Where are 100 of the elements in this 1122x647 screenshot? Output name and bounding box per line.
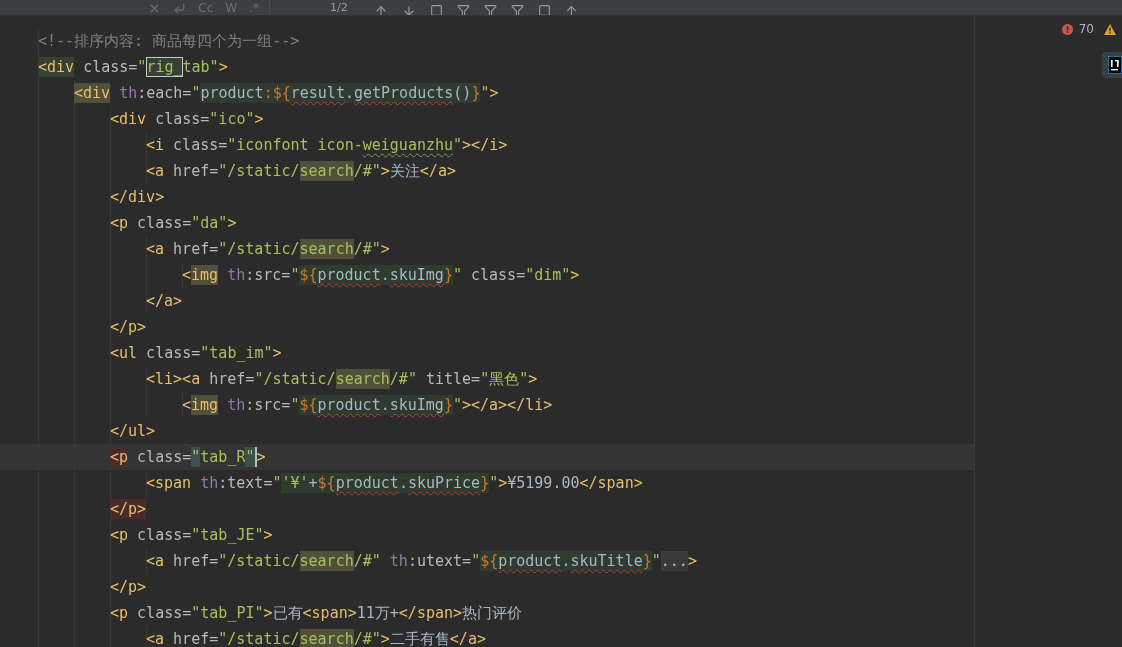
attribute-name: class= xyxy=(136,525,192,545)
attribute-value: " xyxy=(290,265,300,285)
html-tag: </p> xyxy=(110,317,147,337)
expression: skuImg xyxy=(389,395,444,415)
html-tag: <ul xyxy=(110,343,138,363)
attribute-value: /#" xyxy=(353,629,381,647)
html-tag: <span> xyxy=(302,603,357,623)
attribute-value: " xyxy=(452,395,462,415)
expression: product xyxy=(335,473,399,493)
expression: . xyxy=(561,551,571,571)
attribute-value: tab" xyxy=(182,57,219,77)
attribute-value: " xyxy=(471,551,481,571)
attribute-value: '¥' xyxy=(281,473,309,493)
html-tag: > xyxy=(489,83,499,103)
html-tag: </p> xyxy=(110,577,147,597)
expression: . xyxy=(380,265,390,285)
html-tag: <div xyxy=(110,109,147,129)
search-option[interactable]: .* xyxy=(249,1,259,15)
attribute-name: href= xyxy=(172,551,219,571)
expression-delimiter: } xyxy=(443,265,453,285)
html-tag: </div> xyxy=(110,187,165,207)
html-tag: <span xyxy=(146,473,192,493)
html-tag: > xyxy=(498,473,508,493)
attribute-name: :text= xyxy=(218,473,273,493)
html-tag: <p xyxy=(110,603,129,623)
match-count: 1/2 xyxy=(330,1,348,15)
expression: skuImg xyxy=(389,265,444,285)
ide-logo-icon xyxy=(1108,56,1122,74)
html-tag: </span> xyxy=(398,603,463,623)
expression: product xyxy=(498,551,562,571)
expression: skuPrice xyxy=(407,473,481,493)
filter-icon[interactable] xyxy=(456,4,470,15)
attribute-value: /#" xyxy=(389,369,417,389)
expression: result xyxy=(290,83,345,103)
expression: . xyxy=(398,473,408,493)
text-content: 关注 xyxy=(389,161,420,181)
text-content: ¥5199.00 xyxy=(507,473,580,493)
expression: . xyxy=(344,83,354,103)
attribute-name: href= xyxy=(172,239,219,259)
attribute-value: "/static/ xyxy=(218,629,300,647)
filter-icon[interactable] xyxy=(483,4,497,15)
attribute-value: /#" xyxy=(353,551,381,571)
html-tag: < xyxy=(182,265,192,285)
html-tag: <li><a xyxy=(146,369,201,389)
expression-delimiter: } xyxy=(480,473,490,493)
attribute-value: "tab_im" xyxy=(200,343,273,363)
attribute-name: class= xyxy=(470,265,526,285)
attribute-value: /#" xyxy=(353,239,381,259)
attribute-value: search xyxy=(299,161,354,181)
html-tag: > xyxy=(227,213,237,233)
attribute-name: :src= xyxy=(245,395,291,415)
text-content: 已有 xyxy=(272,603,303,623)
namespace-prefix: th xyxy=(226,265,246,285)
namespace-prefix: th xyxy=(199,473,219,493)
attribute-value: " xyxy=(453,135,463,155)
html-tag: <div xyxy=(38,57,75,77)
attribute-value: weiguanzhu xyxy=(362,135,454,155)
attribute-value: search xyxy=(299,629,354,647)
attribute-name: class= xyxy=(82,57,138,77)
text-content: 热门评价 xyxy=(462,603,523,623)
html-tag: <a xyxy=(146,239,165,259)
attribute-value: " xyxy=(191,83,201,103)
html-tag: > xyxy=(272,343,282,363)
html-tag: <p xyxy=(110,213,129,233)
attribute-value: " xyxy=(651,551,661,571)
code-comment: <!--排序内容: 商品每四个为一组--> xyxy=(38,31,300,51)
warning-icon[interactable] xyxy=(1104,23,1116,35)
attribute-name: :each= xyxy=(137,83,192,103)
html-tag: > xyxy=(380,239,390,259)
expression: product xyxy=(200,83,264,103)
attribute-value: " xyxy=(191,447,201,467)
html-tag: > xyxy=(570,265,580,285)
html-tag: <a xyxy=(146,629,165,647)
html-tag: > xyxy=(218,57,228,77)
expression-delimiter: ${ xyxy=(480,551,499,571)
text-content: 二手有售 xyxy=(389,629,450,647)
attribute-value: "/static/ xyxy=(218,551,300,571)
attribute-value: "da" xyxy=(191,213,228,233)
attribute-name: :src= xyxy=(245,265,291,285)
plugin-button[interactable] xyxy=(1102,52,1122,78)
attribute-name: class= xyxy=(154,109,210,129)
attribute-value: search xyxy=(299,239,354,259)
expression: + xyxy=(308,473,318,493)
attribute-value: "tab_JE" xyxy=(191,525,264,545)
attribute-value: "黑色" xyxy=(480,369,529,389)
attribute-name: class= xyxy=(136,603,192,623)
error-count[interactable]: 70 xyxy=(1078,22,1094,36)
expression-delimiter: } xyxy=(642,551,652,571)
html-tag: </a> xyxy=(449,629,486,647)
attribute-name: href= xyxy=(172,629,219,647)
enter-icon[interactable] xyxy=(173,1,187,15)
error-icon xyxy=(1061,23,1073,35)
filter-icon[interactable] xyxy=(510,4,524,15)
attribute-value: search xyxy=(335,369,390,389)
html-tag: ></i> xyxy=(462,135,508,155)
expression-delimiter: :${ xyxy=(263,83,291,103)
namespace-prefix: th xyxy=(118,83,138,103)
attribute-value: "/static/ xyxy=(254,369,336,389)
attribute-name: href= xyxy=(172,161,219,181)
html-tag: <a xyxy=(146,161,165,181)
